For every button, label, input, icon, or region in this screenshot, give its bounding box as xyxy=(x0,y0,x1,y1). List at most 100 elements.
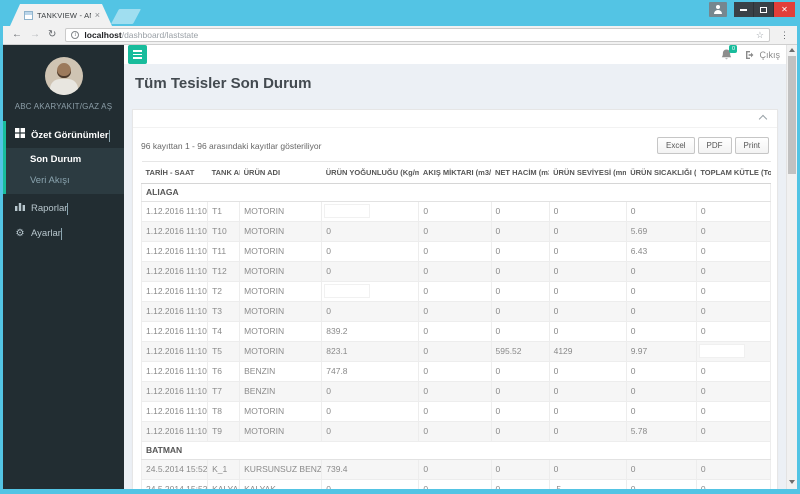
table-cell: 0 xyxy=(321,421,420,442)
table-cell: 0 xyxy=(490,479,550,489)
new-tab-button[interactable] xyxy=(111,9,141,24)
browser-menu-icon[interactable]: ⋮ xyxy=(780,30,789,41)
table-cell: 0 xyxy=(321,261,420,282)
table-cell: KURSUNSUZ BENZIN 95 xyxy=(239,459,323,480)
sidebar: ABC AKARYAKIT/GAZ AŞ Özet Görünümler Son … xyxy=(3,45,124,489)
favicon-icon xyxy=(24,11,33,20)
table-cell: 0 xyxy=(695,281,772,302)
sidebar-item-ayarlar[interactable]: ⚙ Ayarlar xyxy=(6,221,124,246)
table-cell: 4129 xyxy=(548,341,627,362)
close-button[interactable]: ✕ xyxy=(774,2,795,17)
column-header[interactable]: ÜRÜN SICAKLIĞI (C) xyxy=(626,161,697,184)
maximize-button[interactable] xyxy=(754,2,774,17)
hamburger-menu-button[interactable] xyxy=(128,45,147,64)
table-cell: MOTORIN xyxy=(239,241,323,262)
table-cell: 747.8 xyxy=(321,361,420,382)
table-cell: T1 xyxy=(207,201,241,222)
table-cell: 0 xyxy=(490,421,550,442)
table-cell xyxy=(695,341,772,362)
table-cell: 0 xyxy=(490,261,550,282)
table-row: 1.12.2016 11:10 T6 BENZIN 747.8 0 0 0 0 0 xyxy=(140,361,772,382)
table-cell: 0 xyxy=(695,421,772,442)
column-header[interactable]: ÜRÜN SEVİYESİ (mm) xyxy=(549,161,627,184)
refresh-icon[interactable]: ↻ xyxy=(48,30,56,40)
scrollbar-thumb[interactable] xyxy=(788,56,796,174)
page-info-icon[interactable]: i xyxy=(71,31,80,39)
scroll-up-icon[interactable] xyxy=(787,45,797,55)
table-cell: 1.12.2016 11:10 xyxy=(140,361,209,382)
table-cell: 0 xyxy=(321,301,420,322)
column-header[interactable]: TARİH - SAAT xyxy=(141,161,208,184)
column-header[interactable]: ÜRÜN YOĞUNLUĞU (Kg/m3) xyxy=(321,161,419,184)
sidebar-item-veri-akisi[interactable]: Veri Akışı xyxy=(6,170,124,191)
table-cell: 0 xyxy=(321,479,420,489)
bookmark-star-icon[interactable]: ☆ xyxy=(756,30,764,41)
address-bar[interactable]: i localhost/dashboard/laststate ☆ xyxy=(65,28,770,42)
table-row: 1.12.2016 11:10 T8 MOTORIN 0 0 0 0 0 0 xyxy=(140,401,772,422)
table-cell: 0 xyxy=(418,261,492,282)
table-row: 1.12.2016 11:10 T7 BENZIN 0 0 0 0 0 0 xyxy=(140,381,772,402)
column-header[interactable]: NET HACİM (m3) xyxy=(491,161,550,184)
table-cell: 0 xyxy=(625,281,697,302)
pdf-export-button[interactable]: PDF xyxy=(697,137,732,154)
table-cell: 1.12.2016 11:10 xyxy=(140,421,209,442)
minimize-button[interactable] xyxy=(734,2,754,17)
table-cell: 1.12.2016 11:10 xyxy=(140,221,209,242)
bar-chart-icon xyxy=(14,201,26,211)
table-cell: 0 xyxy=(418,221,492,242)
table-cell: -5 xyxy=(548,479,627,489)
company-name: ABC AKARYAKIT/GAZ AŞ xyxy=(14,102,113,111)
back-icon[interactable]: ← xyxy=(12,30,22,40)
table-cell: 0 xyxy=(548,401,627,422)
person-icon xyxy=(713,5,723,14)
table-cell: 0 xyxy=(321,241,420,262)
sidebar-section-ayarlar: ⚙ Ayarlar xyxy=(3,221,124,246)
browser-window: TANKVIEW - ANASAYFA × ✕ ← → ↻ i localhos… xyxy=(0,0,800,494)
table-cell: T10 xyxy=(207,221,241,242)
sidebar-item-son-durum[interactable]: Son Durum xyxy=(6,149,124,170)
gears-icon: ⚙ xyxy=(15,228,25,239)
table-cell: 0 xyxy=(490,401,550,422)
notifications-button[interactable]: 0 xyxy=(720,45,738,62)
column-header[interactable]: TOPLAM KÜTLE (Ton) xyxy=(696,161,771,184)
sign-out-icon xyxy=(746,50,754,59)
table-cell: 9.97 xyxy=(625,341,697,362)
table-cell: 0 xyxy=(418,459,492,480)
scroll-down-icon[interactable] xyxy=(787,477,797,487)
excel-export-button[interactable]: Excel xyxy=(656,137,695,154)
collapse-chevron-up-icon[interactable] xyxy=(758,114,768,124)
content-area: Tüm Tesisler Son Durum 96 kayıttan 1 - 9… xyxy=(124,64,786,489)
forward-icon[interactable]: → xyxy=(30,30,40,40)
table-cell: 0 xyxy=(695,221,772,242)
column-header[interactable]: ÜRÜN ADI xyxy=(239,161,322,184)
tab-close-icon[interactable]: × xyxy=(95,11,100,20)
group-name: ALIAGA xyxy=(141,183,771,202)
table-cell: 0 xyxy=(695,459,772,480)
browser-tab[interactable]: TANKVIEW - ANASAYFA × xyxy=(10,4,112,26)
table-cell: BENZIN xyxy=(239,361,323,382)
logout-button[interactable]: Çıkış xyxy=(745,50,780,60)
table-cell: T9 xyxy=(207,421,241,442)
column-header[interactable]: TANK ADI xyxy=(207,161,240,184)
chevron-left-icon xyxy=(67,203,69,215)
table-cell: T4 xyxy=(207,321,241,342)
sidebar-item-ozet-gorunumler[interactable]: Özet Görünümler xyxy=(6,121,124,148)
table-cell: 0 xyxy=(548,241,627,262)
sidebar-item-raporlar[interactable]: Raporlar xyxy=(6,194,124,221)
print-export-button[interactable]: Print xyxy=(734,137,769,154)
column-header[interactable]: AKIŞ MİKTARI (m3/h) xyxy=(418,161,492,184)
chevron-left-icon xyxy=(60,228,62,240)
table-cell: 0 xyxy=(418,301,492,322)
vertical-scrollbar[interactable] xyxy=(786,45,797,489)
group-name: BATMAN xyxy=(141,441,771,460)
table-cell: MOTORIN xyxy=(239,341,323,362)
table-cell xyxy=(321,281,420,302)
sidebar-item-label: Raporlar xyxy=(31,203,68,214)
table-cell: 1.12.2016 11:10 xyxy=(140,281,209,302)
chevron-down-icon xyxy=(108,130,110,142)
table-cell: T5 xyxy=(207,341,241,362)
table-cell: 0 xyxy=(418,401,492,422)
table-cell: 0 xyxy=(548,321,627,342)
table-row: 1.12.2016 11:10 T1 MOTORIN 0 0 0 0 0 xyxy=(140,201,772,222)
profile-button[interactable] xyxy=(709,2,727,17)
